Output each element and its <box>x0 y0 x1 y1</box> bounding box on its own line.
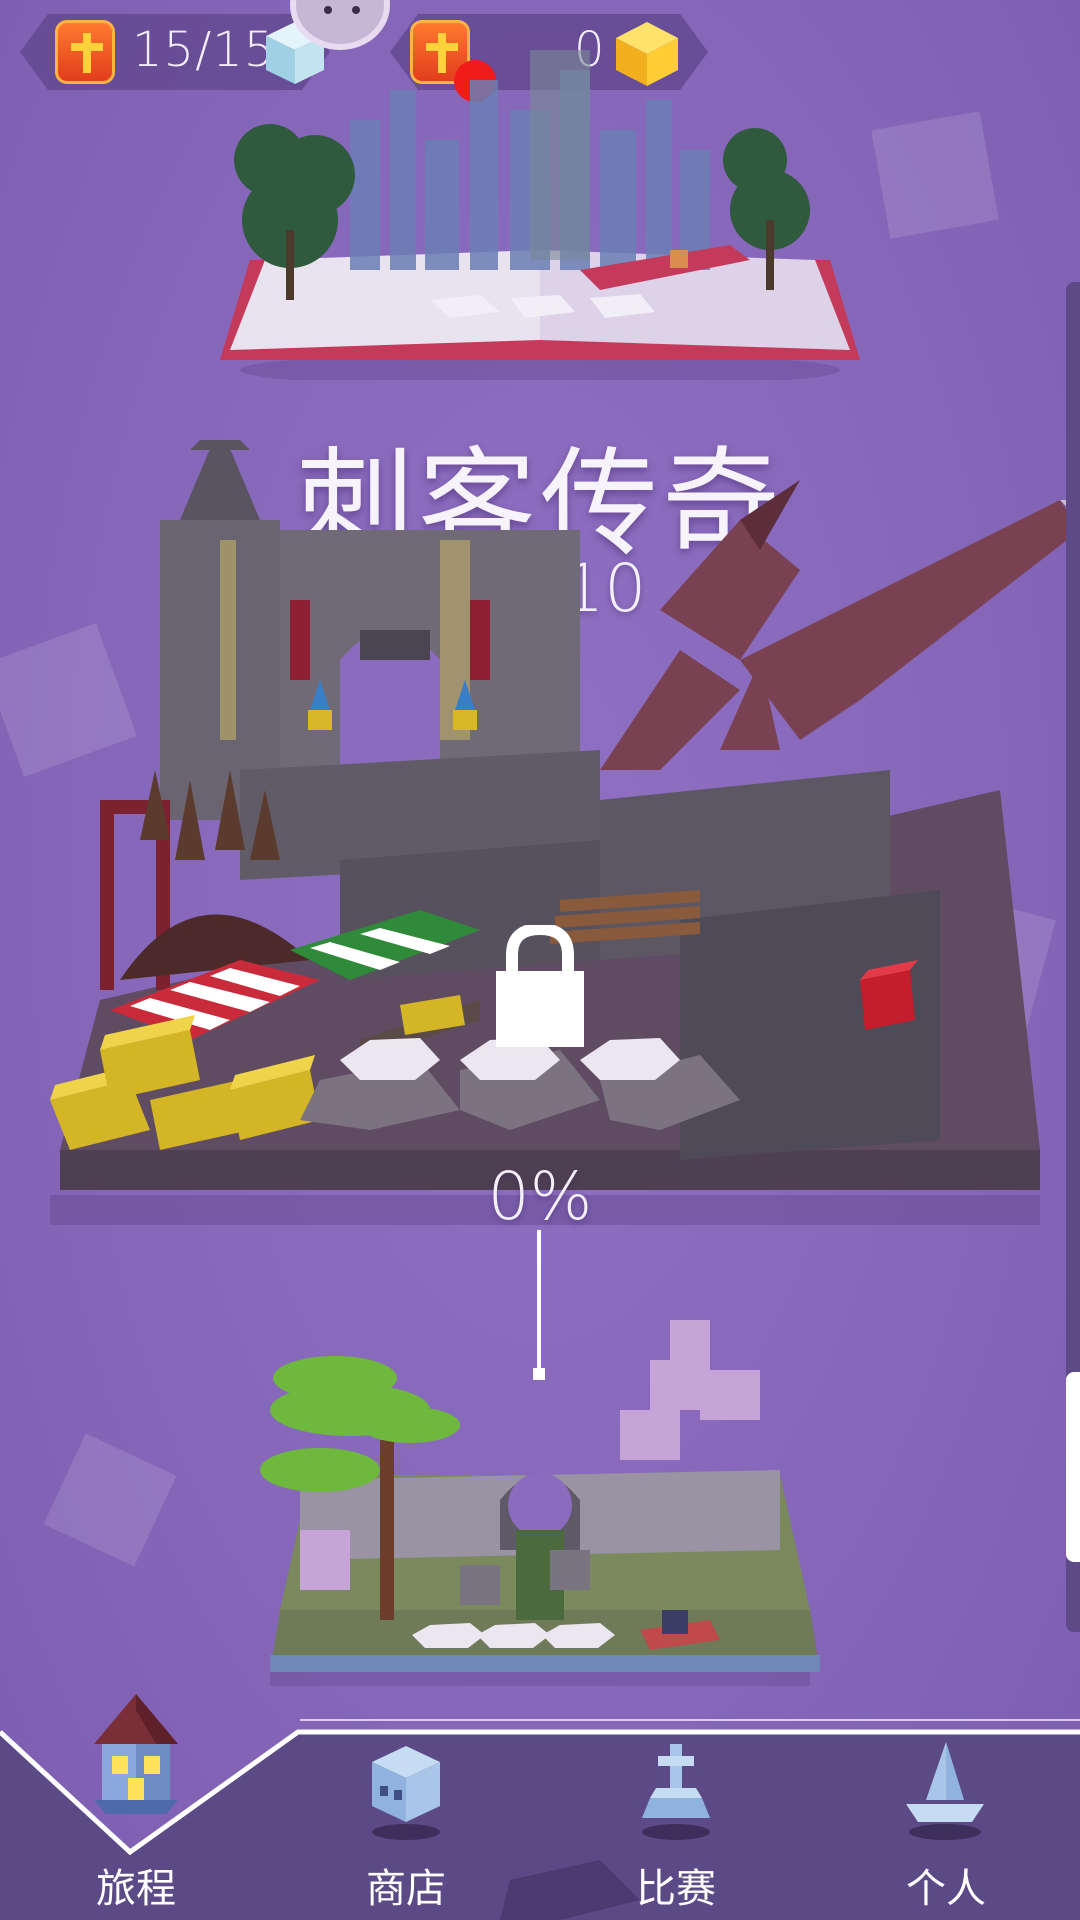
nav-journey[interactable]: 旅程 <box>36 1694 236 1920</box>
book-level-diorama[interactable] <box>210 50 870 380</box>
bottom-nav: 旅程 商店 比赛 个人 <box>0 1694 1080 1920</box>
level-progress-percent: 0% <box>487 1158 593 1235</box>
house-icon <box>94 1694 178 1814</box>
trophy-icon <box>642 1744 710 1840</box>
hat-icon <box>906 1742 984 1840</box>
nav-journey-label: 旅程 <box>96 1866 176 1912</box>
castle-level-diorama[interactable] <box>40 440 1080 1230</box>
nav-competition-label: 比赛 <box>636 1866 716 1912</box>
game-screen: 15/15 0 <box>0 0 1080 1920</box>
skull-cube-icon <box>372 1746 440 1840</box>
nav-shop[interactable]: 商店 <box>306 1710 506 1920</box>
lock-icon <box>496 925 584 1047</box>
nav-profile[interactable]: 个人 <box>846 1710 1046 1920</box>
garden-level-diorama[interactable] <box>240 1310 840 1690</box>
nav-profile-label: 个人 <box>906 1866 986 1912</box>
cross-badge-icon <box>55 20 115 84</box>
scroll-thumb[interactable] <box>1066 1372 1080 1562</box>
nav-competition[interactable]: 比赛 <box>576 1710 776 1920</box>
nav-shop-label: 商店 <box>366 1866 446 1912</box>
